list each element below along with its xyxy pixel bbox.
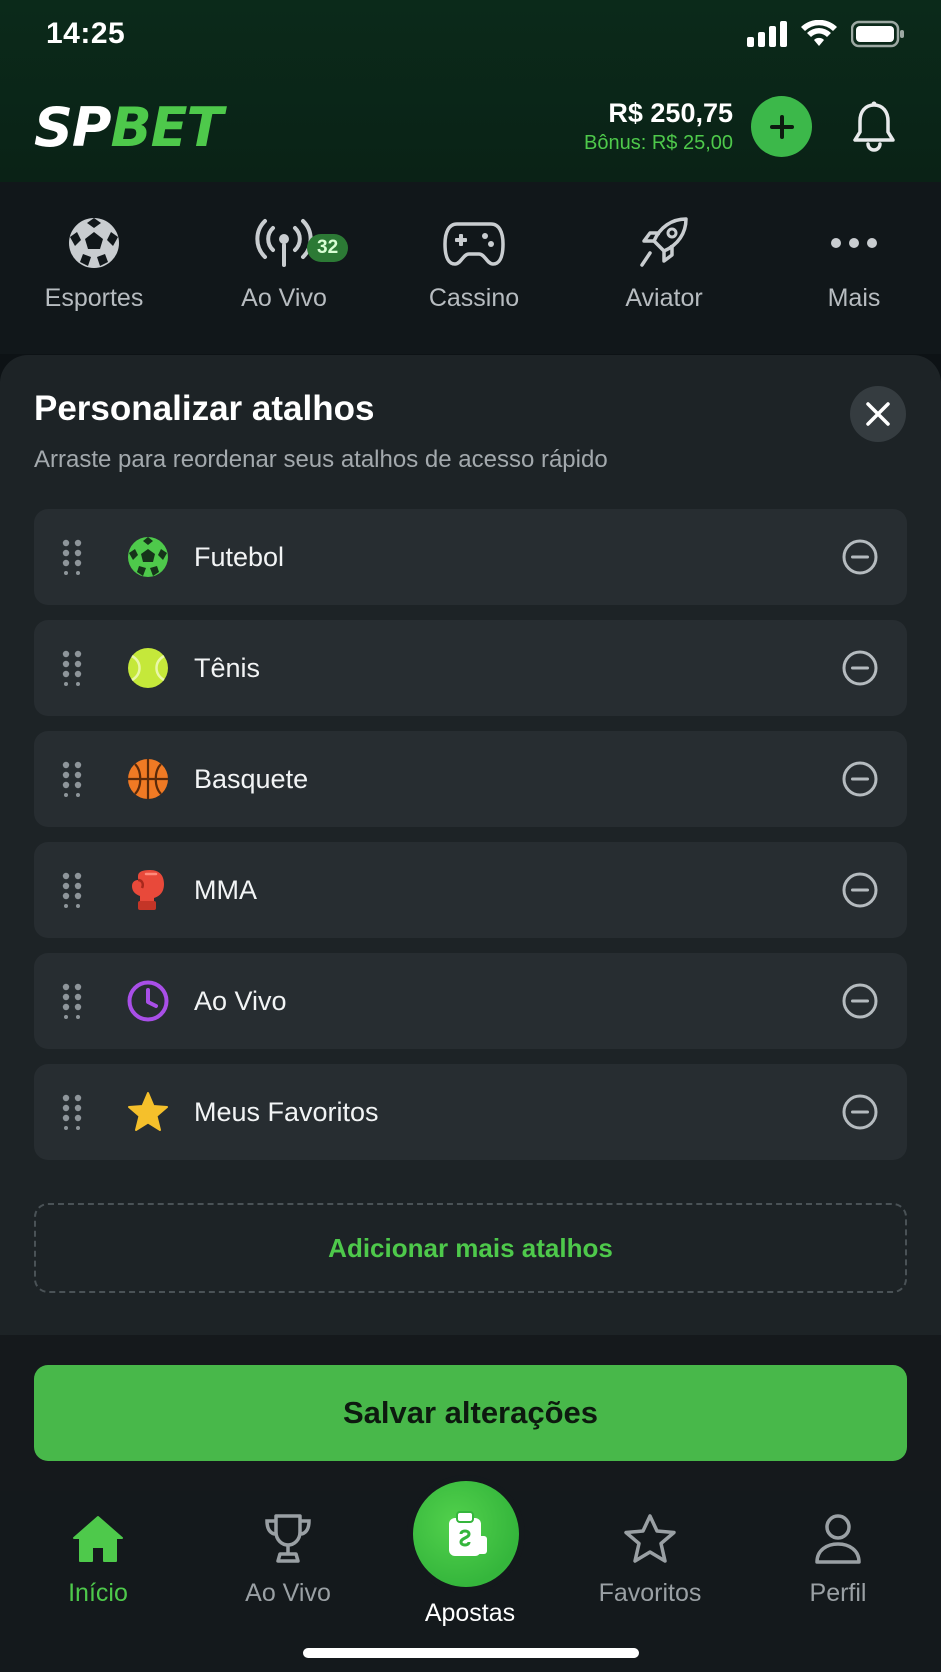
gamepad-icon bbox=[443, 222, 505, 266]
shortcut-item-mma[interactable]: MMA bbox=[34, 842, 907, 938]
save-changes-button[interactable]: Salvar alterações bbox=[34, 1365, 907, 1461]
drag-handle-icon[interactable] bbox=[62, 650, 82, 686]
nav-label: Favoritos bbox=[598, 1579, 702, 1607]
nav-apostas-label: Apostas bbox=[424, 1599, 516, 1627]
home-indicator bbox=[303, 1648, 639, 1658]
remove-circle-icon[interactable] bbox=[840, 981, 880, 1021]
notifications-button[interactable] bbox=[846, 98, 902, 154]
close-icon bbox=[866, 402, 890, 426]
brand-logo[interactable]: SPBET bbox=[34, 96, 223, 159]
balance-display[interactable]: R$ 250,75 Bônus: R$ 25,00 bbox=[584, 98, 733, 155]
soccer-ball-icon bbox=[69, 218, 119, 268]
nav-favoritos[interactable]: Favoritos bbox=[575, 1507, 725, 1608]
balance-amount: R$ 250,75 bbox=[608, 98, 733, 128]
drag-handle-icon[interactable] bbox=[62, 761, 82, 797]
category-nav: Esportes Ao Vivo 32 Cassino Aviator Mais bbox=[0, 182, 941, 354]
drag-handle-icon[interactable] bbox=[62, 872, 82, 908]
category-label: Mais bbox=[827, 284, 881, 312]
category-aviator[interactable]: Aviator bbox=[579, 212, 749, 313]
category-label: Cassino bbox=[428, 284, 520, 312]
more-dots-icon bbox=[831, 238, 877, 248]
live-count-badge: 32 bbox=[307, 234, 349, 262]
star-icon bbox=[128, 1092, 168, 1131]
nav-label: Perfil bbox=[809, 1579, 867, 1607]
shortcut-label: Futebol bbox=[194, 542, 285, 572]
shortcut-item-basquete[interactable]: Basquete bbox=[34, 731, 907, 827]
soccer-ball-icon bbox=[128, 537, 168, 577]
drag-handle-icon[interactable] bbox=[62, 983, 82, 1019]
remove-circle-icon[interactable] bbox=[840, 537, 880, 577]
broadcast-icon bbox=[255, 219, 313, 267]
bottom-nav: Início Ao Vivo Apostas Favoritos Perfil bbox=[0, 1481, 941, 1672]
signal-icon bbox=[747, 21, 787, 47]
home-icon bbox=[73, 1516, 123, 1562]
rocket-icon bbox=[640, 217, 688, 267]
remove-circle-icon[interactable] bbox=[840, 1092, 880, 1132]
category-cassino[interactable]: Cassino bbox=[389, 212, 559, 313]
shortcut-item-meus-favoritos[interactable]: Meus Favoritos bbox=[34, 1064, 907, 1160]
shortcut-label: Ao Vivo bbox=[194, 986, 287, 1016]
remove-circle-icon[interactable] bbox=[840, 648, 880, 688]
shortcut-label: Tênis bbox=[194, 653, 261, 683]
customize-shortcuts-sheet: Personalizar atalhos Arraste para reorde… bbox=[0, 355, 941, 1335]
status-icons bbox=[747, 20, 905, 48]
basketball-icon bbox=[128, 759, 168, 799]
add-more-shortcuts-button[interactable]: Adicionar mais atalhos bbox=[34, 1203, 907, 1293]
boxing-glove-icon bbox=[132, 870, 164, 910]
user-icon bbox=[815, 1514, 861, 1564]
battery-icon bbox=[851, 20, 904, 48]
category-ao-vivo[interactable]: Ao Vivo 32 bbox=[199, 212, 369, 313]
tennis-ball-icon bbox=[128, 648, 168, 688]
bell-icon bbox=[853, 101, 895, 152]
sheet-subtitle: Arraste para reordenar seus atalhos de a… bbox=[34, 446, 608, 473]
shortcut-label: Meus Favoritos bbox=[194, 1097, 379, 1127]
shortcut-item-tenis[interactable]: Tênis bbox=[34, 620, 907, 716]
brand-logo-bet: BET bbox=[110, 96, 223, 159]
drag-handle-icon[interactable] bbox=[62, 539, 82, 575]
app-header: 14:25 SPBET R$ 250,75 Bônus: R$ 25,00 bbox=[0, 0, 941, 182]
close-button[interactable] bbox=[850, 386, 906, 442]
category-esportes[interactable]: Esportes bbox=[9, 212, 179, 313]
trophy-icon bbox=[265, 1514, 311, 1563]
remove-circle-icon[interactable] bbox=[840, 759, 880, 799]
save-area: Salvar alterações bbox=[0, 1335, 941, 1491]
shortcut-item-ao-vivo[interactable]: Ao Vivo bbox=[34, 953, 907, 1049]
category-mais[interactable]: Mais bbox=[769, 212, 939, 313]
wifi-icon bbox=[801, 20, 837, 46]
remove-circle-icon[interactable] bbox=[840, 870, 880, 910]
star-outline-icon bbox=[624, 1514, 676, 1563]
nav-label: Início bbox=[68, 1579, 128, 1607]
status-bar: 14:25 bbox=[0, 0, 941, 70]
nav-inicio[interactable]: Início bbox=[23, 1507, 173, 1608]
shortcut-label: Basquete bbox=[194, 764, 309, 794]
nav-ao-vivo[interactable]: Ao Vivo bbox=[213, 1507, 363, 1608]
category-label: Esportes bbox=[44, 284, 144, 312]
betslip-icon bbox=[449, 1511, 487, 1556]
deposit-button[interactable] bbox=[751, 96, 812, 157]
drag-handle-icon[interactable] bbox=[62, 1094, 82, 1130]
status-time: 14:25 bbox=[46, 17, 126, 50]
plus-icon bbox=[769, 114, 794, 139]
shortcut-item-futebol[interactable]: Futebol bbox=[34, 509, 907, 605]
bonus-amount: Bônus: R$ 25,00 bbox=[584, 132, 733, 154]
nav-label: Ao Vivo bbox=[245, 1579, 331, 1607]
brand-logo-sp: SP bbox=[34, 96, 111, 159]
clock-icon bbox=[127, 980, 169, 1022]
category-label: Ao Vivo bbox=[241, 284, 327, 312]
nav-perfil[interactable]: Perfil bbox=[763, 1507, 913, 1608]
category-label: Aviator bbox=[625, 284, 703, 312]
shortcut-label: MMA bbox=[194, 875, 257, 905]
nav-apostas-button[interactable] bbox=[413, 1481, 519, 1587]
sheet-title: Personalizar atalhos bbox=[34, 389, 375, 428]
